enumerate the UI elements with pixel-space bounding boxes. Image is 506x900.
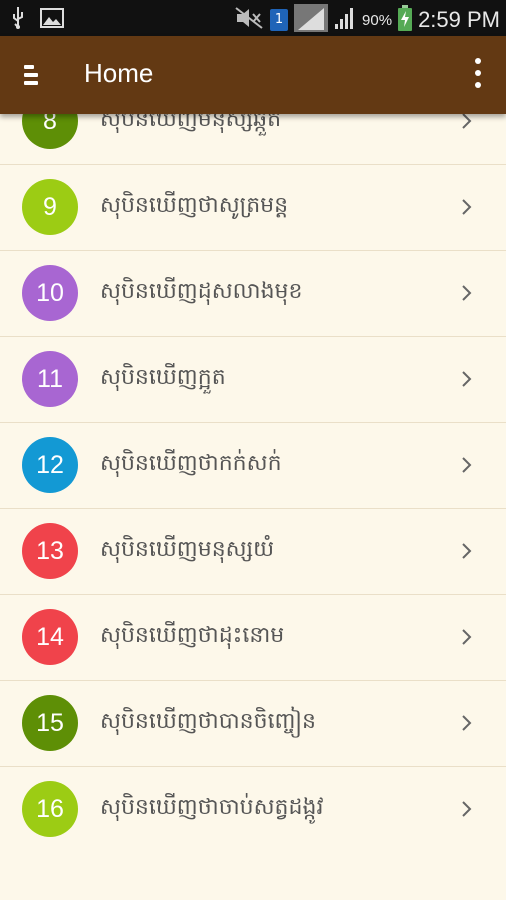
- list-item[interactable]: 10 សុបិនឃើញដុសលាងមុខ: [0, 251, 506, 337]
- mute-icon: [234, 6, 264, 34]
- chevron-right-icon: [462, 543, 472, 559]
- menu-icon: [24, 65, 34, 69]
- list-item-label: សុបិនឃើញដុសលាងមុខ: [100, 279, 303, 304]
- chevron-right-icon: [462, 199, 472, 215]
- status-bar: 1 90% 2:59 PM: [0, 0, 506, 36]
- number-badge: 9: [22, 179, 78, 235]
- list-item-label: សុបិនឃើញក្អួត: [100, 365, 226, 390]
- list-item[interactable]: 16 សុបិនឃើញថាចាប់សត្វដង្កូវ: [0, 767, 506, 852]
- chevron-right-icon: [462, 801, 472, 817]
- menu-icon: [24, 73, 38, 77]
- list-item-label: សុបិនឃើញថាដុះនោម: [100, 623, 285, 648]
- number-badge: 16: [22, 781, 78, 837]
- number-badge: 13: [22, 523, 78, 579]
- overflow-menu-button[interactable]: [470, 58, 486, 92]
- menu-button[interactable]: [22, 60, 50, 90]
- more-vert-icon: [475, 58, 481, 64]
- chevron-right-icon: [462, 371, 472, 387]
- list-item-label: សុបិនឃើញថាបានចិញ្ចៀន: [100, 709, 317, 734]
- clock: 2:59 PM: [418, 7, 500, 32]
- dream-list: 8 សុបិនឃើញមនុស្សឆ្កួត 9 សុបិនឃើញថាសូត្រម…: [0, 79, 506, 852]
- list-item[interactable]: 13 សុបិនឃើញមនុស្សយំ: [0, 509, 506, 595]
- list-item-label: សុបិនឃើញថាចាប់សត្វដង្កូវ: [100, 795, 324, 820]
- chevron-right-icon: [462, 629, 472, 645]
- chevron-right-icon: [462, 457, 472, 473]
- list-item[interactable]: 9 សុបិនឃើញថាសូត្រមន្ត: [0, 165, 506, 251]
- list-item-label: សុបិនឃើញថាសូត្រមន្ត: [100, 193, 289, 218]
- number-badge: 12: [22, 437, 78, 493]
- app-toolbar: Home: [0, 36, 506, 114]
- signal-icon: [334, 6, 356, 34]
- signal-icon: [294, 4, 329, 36]
- list-item[interactable]: 11 សុបិនឃើញក្អួត: [0, 337, 506, 423]
- sim-icon: 1: [270, 9, 289, 31]
- battery-charging-icon: [398, 5, 413, 35]
- image-icon: [40, 8, 64, 32]
- list-item[interactable]: 12 សុបិនឃើញថាកក់សក់: [0, 423, 506, 509]
- menu-icon: [24, 81, 38, 85]
- chevron-right-icon: [462, 715, 472, 731]
- number-badge: 14: [22, 609, 78, 665]
- list-item[interactable]: 14 សុបិនឃើញថាដុះនោម: [0, 595, 506, 681]
- number-badge: 11: [22, 351, 78, 407]
- more-vert-icon: [475, 82, 481, 88]
- number-badge: 10: [22, 265, 78, 321]
- list-item-label: សុបិនឃើញមនុស្សយំ: [100, 537, 275, 562]
- number-badge: 15: [22, 695, 78, 751]
- chevron-right-icon: [462, 285, 472, 301]
- list-item-label: សុបិនឃើញថាកក់សក់: [100, 451, 282, 476]
- more-vert-icon: [475, 70, 481, 76]
- battery-percent: 90%: [362, 11, 393, 29]
- usb-icon: [10, 6, 26, 34]
- list-item[interactable]: 15 សុបិនឃើញថាបានចិញ្ចៀន: [0, 681, 506, 767]
- page-title: Home: [84, 58, 154, 88]
